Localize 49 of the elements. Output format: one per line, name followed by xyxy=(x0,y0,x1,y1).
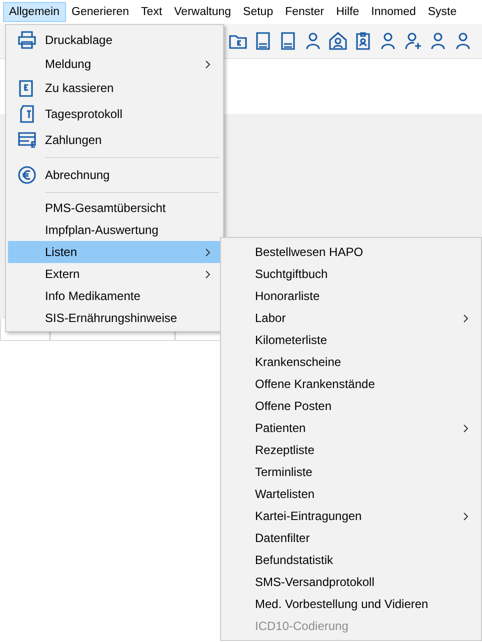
menu-item[interactable]: Listen xyxy=(8,241,221,263)
menu-item[interactable]: Datenfilter xyxy=(223,527,479,549)
menu-item[interactable]: PMS-Gesamtübersicht xyxy=(8,197,221,219)
person-icon[interactable] xyxy=(428,31,448,51)
menu-item[interactable]: SMS-Versandprotokoll xyxy=(223,571,479,593)
document-icon[interactable] xyxy=(253,31,273,51)
menu-item[interactable]: Tagesprotokoll xyxy=(8,101,221,127)
house-icon[interactable] xyxy=(328,31,348,51)
menu-item[interactable]: Wartelisten xyxy=(223,483,479,505)
menu-item[interactable]: SIS-Ernährungshinweise xyxy=(8,307,221,329)
person-icon[interactable] xyxy=(378,31,398,51)
euro-icon xyxy=(16,165,36,185)
menu-item[interactable]: Info Medikamente xyxy=(8,285,221,307)
menu-item[interactable]: Patienten xyxy=(223,417,479,439)
menu-item[interactable]: Impfplan-Auswertung xyxy=(8,219,221,241)
menu-item[interactable]: Kilometerliste xyxy=(223,329,479,351)
menu-item[interactable]: Bestellwesen HAPO xyxy=(223,241,479,263)
menu-bar-item[interactable]: Setup xyxy=(237,2,280,22)
menu-item[interactable]: Krankenscheine xyxy=(223,351,479,373)
document-icon[interactable] xyxy=(278,31,298,51)
menu-item[interactable]: Offene Krankenstände xyxy=(223,373,479,395)
menu-item[interactable]: Abrechnung xyxy=(8,162,221,188)
person-icon[interactable] xyxy=(303,31,323,51)
menu-bar-item[interactable]: Text xyxy=(135,2,168,22)
menu-item[interactable]: Med. Vorbestellung und Vidieren xyxy=(223,593,479,615)
list-icon xyxy=(16,130,36,150)
person-add-icon[interactable] xyxy=(403,31,423,51)
menu-bar-item[interactable]: Hilfe xyxy=(330,2,366,22)
menu-bar-item[interactable]: Allgemein xyxy=(3,2,66,22)
menu-item[interactable]: Meldung xyxy=(8,53,221,75)
menu-item[interactable]: Zu kassieren xyxy=(8,75,221,101)
printer-icon xyxy=(16,30,36,50)
menu-bar-item[interactable]: Syste xyxy=(422,2,463,22)
menu-item[interactable]: Labor xyxy=(223,307,479,329)
menu-bar-item[interactable]: Generieren xyxy=(66,2,136,22)
menu-item[interactable]: Befundstatistik xyxy=(223,549,479,571)
menu-bar-item[interactable]: Innomed xyxy=(365,2,422,22)
person-icon[interactable] xyxy=(453,31,473,51)
menu-item[interactable]: Kartei-Eintragungen xyxy=(223,505,479,527)
menu-item[interactable]: Rezeptliste xyxy=(223,439,479,461)
menu-item[interactable]: Honorarliste xyxy=(223,285,479,307)
menu-item[interactable]: Terminliste xyxy=(223,461,479,483)
menu-item[interactable]: Suchtgiftbuch xyxy=(223,263,479,285)
menu-item[interactable]: Extern xyxy=(8,263,221,285)
clipboard-icon[interactable] xyxy=(353,31,373,51)
menu-bar-item[interactable]: Fenster xyxy=(279,2,330,22)
menu-bar-item[interactable]: Verwaltung xyxy=(168,2,238,22)
menu-item[interactable]: Offene Posten xyxy=(223,395,479,417)
menu-item[interactable]: Zahlungen xyxy=(8,127,221,153)
